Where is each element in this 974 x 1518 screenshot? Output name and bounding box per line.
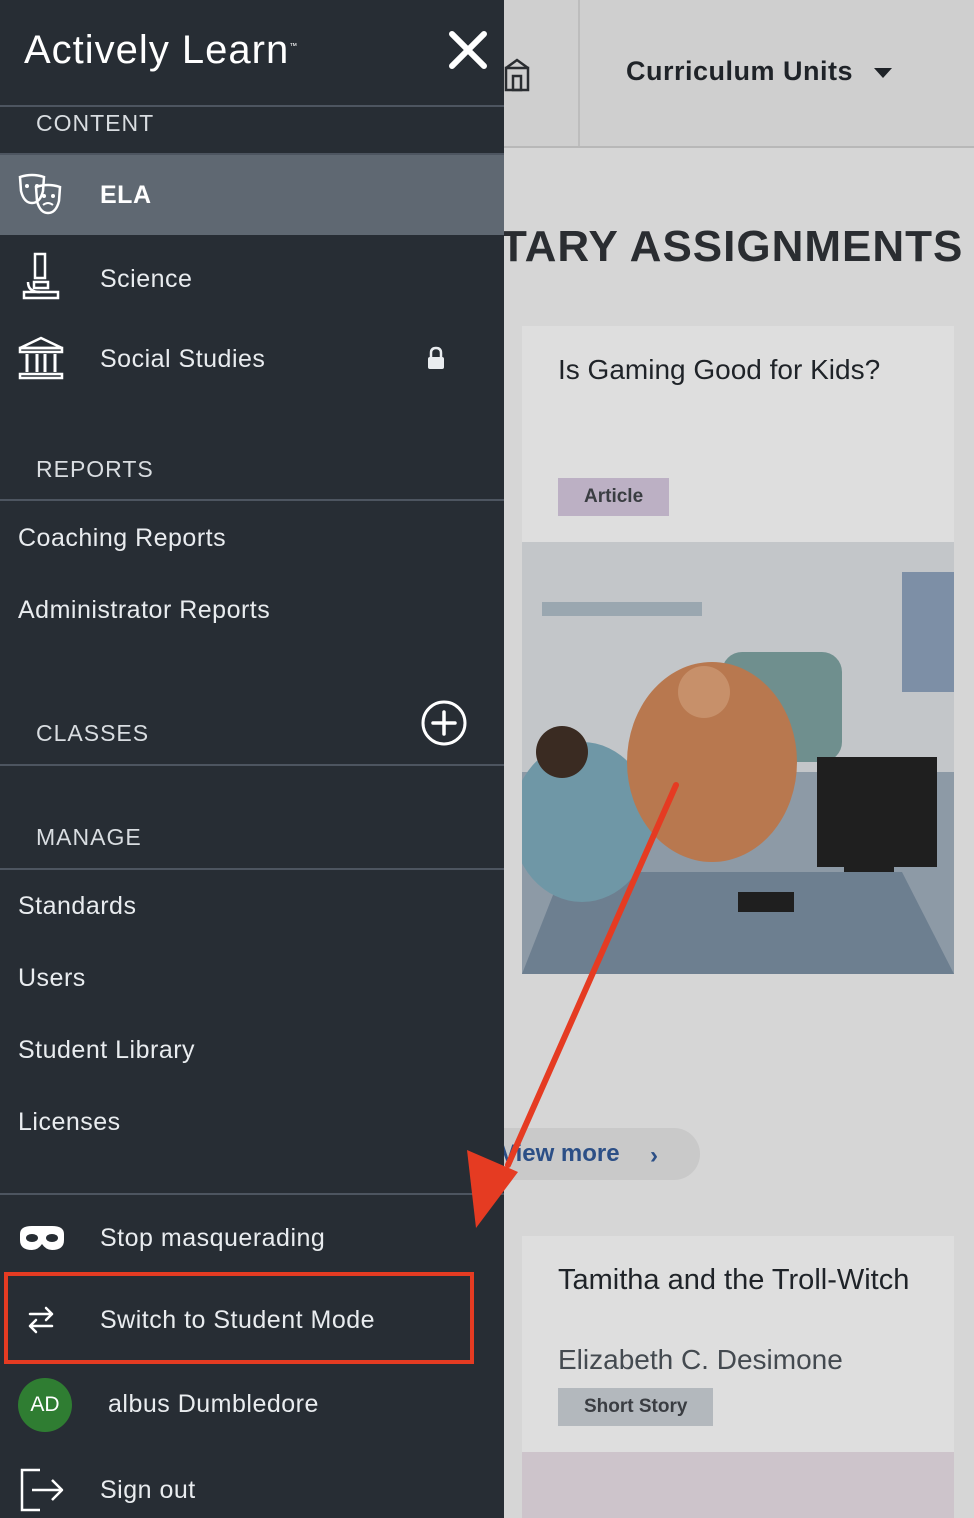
card-illustration bbox=[522, 1452, 954, 1518]
section-header-classes: CLASSES bbox=[36, 720, 150, 746]
sidebar-item-label: Science bbox=[100, 265, 193, 293]
sidebar-item-users[interactable]: Users bbox=[0, 950, 504, 1010]
stop-masquerading-button[interactable]: Stop masquerading bbox=[0, 1208, 504, 1270]
sidebar-item-label: Administrator Reports bbox=[18, 596, 271, 624]
card-type-badge: Short Story bbox=[558, 1388, 714, 1426]
sidebar-item-ela[interactable]: ELA bbox=[0, 155, 504, 235]
stop-masquerading-label: Stop masquerading bbox=[100, 1224, 326, 1252]
divider bbox=[0, 105, 504, 107]
section-header-manage: MANAGE bbox=[36, 824, 142, 850]
sidebar-item-science[interactable]: Science bbox=[0, 240, 504, 318]
card-title[interactable]: Tamitha and the Troll-Witch bbox=[558, 1264, 918, 1296]
sidebar-item-student-library[interactable]: Student Library bbox=[0, 1022, 504, 1082]
highlight-box bbox=[4, 1272, 474, 1364]
assignment-card[interactable]: Is Gaming Good for Kids? Article bbox=[522, 326, 954, 974]
sidebar-item-standards[interactable]: Standards bbox=[0, 878, 504, 938]
sign-out-label: Sign out bbox=[100, 1476, 196, 1504]
sign-out-button[interactable]: Sign out bbox=[0, 1460, 504, 1518]
assignment-card[interactable]: Tamitha and the Troll-Witch Elizabeth C.… bbox=[522, 1236, 954, 1518]
sidebar-item-label: Student Library bbox=[18, 1036, 196, 1064]
close-icon[interactable] bbox=[448, 30, 488, 70]
view-more-button[interactable]: View more › bbox=[470, 1128, 700, 1180]
sidebar-item-label: Coaching Reports bbox=[18, 524, 227, 552]
sidebar-item-label: ELA bbox=[100, 181, 152, 209]
chevron-right-icon: › bbox=[650, 1142, 658, 1169]
sidebar-item-coaching-reports[interactable]: Coaching Reports bbox=[0, 510, 504, 570]
sidebar-item-administrator-reports[interactable]: Administrator Reports bbox=[0, 582, 504, 642]
sidebar-item-label: Social Studies bbox=[100, 345, 266, 373]
lock-icon bbox=[428, 346, 444, 369]
divider bbox=[0, 1193, 504, 1195]
brand-name: Actively Learn bbox=[24, 28, 290, 72]
chevron-down-icon[interactable] bbox=[874, 68, 892, 78]
view-more-label: View more bbox=[500, 1140, 620, 1167]
institution-icon bbox=[18, 336, 64, 380]
topbar-divider bbox=[578, 0, 580, 146]
sidebar-item-social-studies[interactable]: Social Studies bbox=[0, 320, 504, 398]
card-author: Elizabeth C. Desimone bbox=[558, 1344, 843, 1375]
add-class-icon[interactable] bbox=[420, 699, 468, 747]
sidebar-item-label: Users bbox=[18, 964, 86, 992]
card-illustration bbox=[522, 542, 954, 974]
sidebar-item-label: Licenses bbox=[18, 1108, 121, 1136]
brand-logo: Actively Learn™ bbox=[24, 28, 299, 72]
sidebar-item-licenses[interactable]: Licenses bbox=[0, 1094, 504, 1154]
curriculum-units-dropdown[interactable]: Curriculum Units bbox=[626, 56, 853, 87]
section-header-reports: REPORTS bbox=[36, 456, 154, 482]
divider bbox=[0, 868, 504, 870]
section-header-content: CONTENT bbox=[36, 110, 155, 136]
divider bbox=[0, 764, 504, 766]
microscope-icon bbox=[22, 252, 60, 300]
user-name: albus Dumbledore bbox=[108, 1390, 319, 1418]
mask-icon bbox=[20, 1226, 64, 1250]
page-heading: TARY ASSIGNMENTS bbox=[500, 222, 964, 271]
card-type-badge: Article bbox=[558, 478, 670, 516]
card-title[interactable]: Is Gaming Good for Kids? bbox=[558, 354, 880, 386]
sign-out-icon bbox=[20, 1468, 64, 1512]
user-profile-item[interactable]: albus Dumbledore bbox=[0, 1378, 504, 1434]
sidebar-item-label: Standards bbox=[18, 892, 137, 920]
divider bbox=[0, 499, 504, 501]
theater-masks-icon bbox=[18, 173, 62, 215]
